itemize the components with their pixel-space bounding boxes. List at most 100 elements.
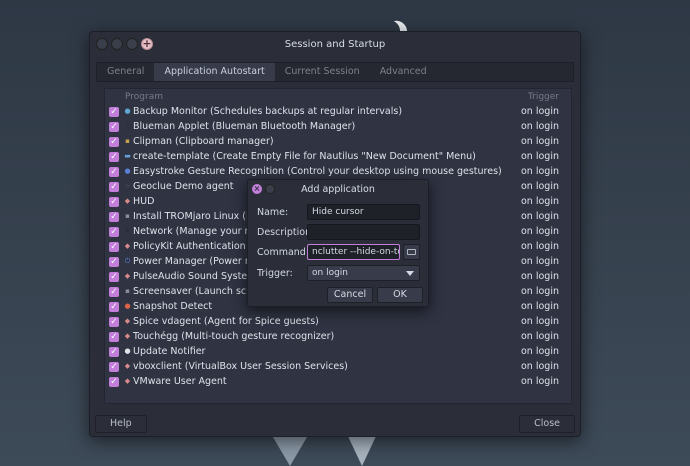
tab-general[interactable]: General [97,63,154,81]
trigger-value: on login [521,331,559,342]
trigger-value: on login [521,271,559,282]
tab-advanced[interactable]: Advanced [370,63,437,81]
screensaver-icon: ▪ [125,287,130,295]
generic-app-icon: ◆ [124,377,131,385]
program-name: Spice vdagent (Agent for Spice guests) [133,316,319,327]
program-name: VMware User Agent [133,376,227,387]
enable-checkbox[interactable]: ✓ [109,257,119,267]
enable-checkbox[interactable]: ✓ [109,167,119,177]
list-item[interactable]: ✓ ◆ VMware User Agent on login [105,375,571,390]
enable-checkbox[interactable]: ✓ [109,182,119,192]
enable-checkbox[interactable]: ✓ [109,317,119,327]
folder-icon [407,249,416,255]
list-item[interactable]: ✓ ◆ Spice vdagent (Agent for Spice guests)… [105,315,571,330]
terminal-icon: > [124,182,131,190]
help-button[interactable]: Help [95,415,147,433]
command-field[interactable]: nclutter --hide-on-touch [307,244,400,260]
program-name: Clipman (Clipboard manager) [133,136,274,147]
list-item[interactable]: ✓ ● Backup Monitor (Schedules backups at r… [105,105,571,120]
program-name: Blueman Applet (Blueman Bluetooth Manage… [133,121,356,132]
window-title: Session and Startup [284,39,386,50]
tab-application-autostart[interactable]: Application Autostart [154,63,275,81]
enable-checkbox[interactable]: ✓ [109,152,119,162]
list-item[interactable]: ✓ ▪ Clipman (Clipboard manager) on login [105,135,571,150]
program-name: Easystroke Gesture Recognition (Control … [133,166,502,177]
list-item[interactable]: ✓ ◆ Touchégg (Multi-touch gesture recogniz… [105,330,571,345]
enable-checkbox[interactable]: ✓ [109,287,119,297]
trigger-value: on login [521,256,559,267]
enable-checkbox[interactable]: ✓ [109,197,119,207]
column-header-trigger[interactable]: Trigger [528,92,559,102]
enable-checkbox[interactable]: ✓ [109,272,119,282]
list-item[interactable]: ✓ ● Easystroke Gesture Recognition (Contro… [105,165,571,180]
enable-checkbox[interactable]: ✓ [109,137,119,147]
enable-checkbox[interactable]: ✓ [109,302,119,312]
program-name: HUD [133,196,155,207]
enable-checkbox[interactable]: ✓ [109,122,119,132]
cancel-button[interactable]: Cancel [327,287,373,303]
list-header: Program Trigger [105,89,571,105]
generic-app-icon: ◆ [124,317,131,325]
enable-checkbox[interactable]: ✓ [109,242,119,252]
enable-checkbox[interactable]: ✓ [109,227,119,237]
trigger-value: on login [521,196,559,207]
trigger-value: on login [521,241,559,252]
program-name: Snapshot Detect [133,301,213,312]
description-field[interactable] [307,224,420,240]
desktop-triangle-decoration [346,432,378,466]
generic-app-icon: ◆ [124,362,131,370]
program-name: create-template (Create Empty File for N… [133,151,476,162]
trigger-value: on login [521,361,559,372]
bluetooth-icon: ᛒ [125,122,130,130]
dialog-title: Add application [301,184,375,195]
enable-checkbox[interactable]: ✓ [109,347,119,357]
policykit-icon: ◆ [124,242,131,250]
trigger-value: on login [521,151,559,162]
list-item[interactable]: ✓ ▬ create-template (Create Empty File for… [105,150,571,165]
enable-checkbox[interactable]: ✓ [109,212,119,222]
trigger-value: on login [521,226,559,237]
name-label: Name: [257,207,289,218]
column-header-program[interactable]: Program [125,92,163,102]
chevron-down-icon [406,271,414,276]
trigger-select[interactable]: on login [307,265,420,281]
list-item[interactable]: ✓ ● Update Notifier on login [105,345,571,360]
browse-button[interactable] [403,244,420,260]
enable-checkbox[interactable]: ✓ [109,332,119,342]
gesture-icon: ● [124,167,131,175]
generic-app-icon: ◆ [124,197,131,205]
trigger-value: on login [521,106,559,117]
list-item[interactable]: ✓ ᛒ Blueman Applet (Blueman Bluetooth Mana… [105,120,571,135]
name-field[interactable]: Hide cursor [307,204,420,220]
close-button[interactable]: Close [519,415,575,433]
titlebar: + Session and Startup [90,32,580,58]
backup-icon: ● [124,107,131,115]
folder-icon: ▬ [124,152,131,160]
description-label: Description: [257,227,315,238]
list-item[interactable]: ✓ ◆ vboxclient (VirtualBox User Session Se… [105,360,571,375]
trigger-label: Trigger: [257,268,293,279]
enable-checkbox[interactable]: ✓ [109,362,119,372]
trigger-select-value: on login [312,268,348,278]
enable-checkbox[interactable]: ✓ [109,377,119,387]
desktop-triangle-decoration [270,432,310,466]
program-name: Geoclue Demo agent [133,181,234,192]
power-icon: ⏻ [124,257,131,265]
program-name: Update Notifier [133,346,206,357]
update-icon: ● [124,347,131,355]
ok-button[interactable]: OK [377,287,423,303]
clipboard-icon: ▪ [125,137,130,145]
trigger-value: on login [521,121,559,132]
trigger-value: on login [521,286,559,297]
trigger-value: on login [521,301,559,312]
trigger-value: on login [521,136,559,147]
tab-current-session[interactable]: Current Session [275,63,370,81]
snapshot-icon: ● [124,302,131,310]
program-name: Touchégg (Multi-touch gesture recognizer… [133,331,335,342]
enable-checkbox[interactable]: ✓ [109,107,119,117]
add-application-dialog: × Add application Name: Hide cursor Desc… [247,179,429,307]
audio-icon: ◆ [124,272,131,280]
touch-icon: ◆ [124,332,131,340]
tab-bar: General Application Autostart Current Se… [96,62,574,82]
command-label: Command: [257,247,310,258]
